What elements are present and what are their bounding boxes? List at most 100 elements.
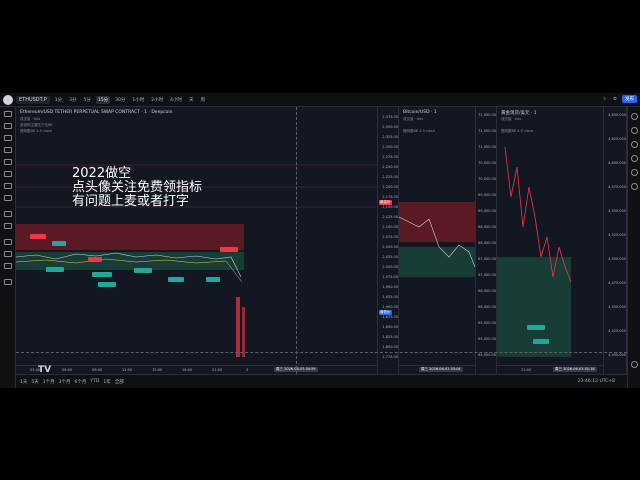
gear-icon[interactable]: ⚙ — [611, 96, 619, 103]
zoom-tool-icon[interactable] — [4, 223, 12, 229]
price-tick: 4,475.000 — [608, 281, 626, 285]
price-tick: 4,625.000 — [608, 137, 626, 141]
price-tick: 68,000.00 — [478, 241, 496, 245]
price-axis[interactable]: 72,000.00 71,500.00 71,000.00 70,500.00 … — [475, 107, 496, 374]
price-tick: 4,575.000 — [608, 185, 626, 189]
range-3m[interactable]: 3个月 — [59, 379, 71, 385]
price-tick: 2,375.00 — [382, 115, 398, 119]
interval-30m[interactable]: 30分 — [113, 96, 127, 104]
crosshair-horizontal — [16, 352, 627, 353]
chat-icon[interactable] — [631, 141, 638, 148]
time-axis[interactable]: 周三 2026-06-03 03:04 — [399, 365, 475, 374]
publish-button[interactable]: 发布 — [622, 95, 637, 103]
price-axis[interactable]: 4,650.000 4,625.000 4,600.000 4,575.000 … — [603, 107, 626, 374]
interval-1w[interactable]: 周 — [198, 96, 207, 104]
price-tick: 4,500.000 — [608, 257, 626, 261]
text-tool-icon[interactable] — [4, 183, 12, 189]
chart-pane-eth[interactable]: Ethereum/USD TETHER PERPETUAL SWAP CONTR… — [16, 107, 399, 374]
price-tick: 66,500.00 — [478, 289, 496, 293]
interval-1h[interactable]: 1小时 — [130, 96, 146, 104]
price-tick: 1,800.00 — [382, 345, 398, 349]
time-tick: 21:00 — [212, 368, 223, 372]
promo-overlay: 2022做空 点头像关注免费领指标 有问题上麦或者打字 — [72, 167, 202, 209]
trash-tool-icon[interactable] — [4, 279, 12, 285]
high-price-tag: 最高价 — [379, 200, 392, 205]
range-ytd[interactable]: YTD — [90, 379, 99, 384]
search-icon[interactable]: ⌕ — [601, 95, 608, 103]
price-tick: 2,025.00 — [382, 255, 398, 259]
eye-tool-icon[interactable] — [4, 263, 12, 269]
price-tick: 67,500.00 — [478, 257, 496, 261]
ruler-tool-icon[interactable] — [4, 211, 12, 217]
time-tick: 22:00 — [521, 368, 532, 372]
interval-1d[interactable]: 天 — [187, 96, 196, 104]
profile-avatar[interactable] — [3, 94, 13, 105]
clock-display[interactable]: 23:46:12 UTC+8 — [578, 379, 615, 384]
crosshair-tool-icon[interactable] — [4, 111, 12, 117]
price-tick: 66,000.00 — [478, 305, 496, 309]
chart-pane-gold[interactable]: 黄金现货/美元 · 1 成交量 · tlds 猎网股BK 4.5 close 4… — [497, 107, 627, 374]
trendline-tool-icon[interactable] — [4, 123, 12, 129]
range-1m[interactable]: 1个月 — [43, 379, 55, 385]
trading-app: ETHUSDT.P 1分 3分 5分 15分 30分 1小时 2小时 4小时 天… — [0, 93, 640, 388]
pattern-tool-icon[interactable] — [4, 147, 12, 153]
fib-tool-icon[interactable] — [4, 135, 12, 141]
price-tick: 71,000.00 — [478, 145, 496, 149]
notification-icon[interactable] — [631, 183, 638, 190]
range-6m[interactable]: 6个月 — [75, 379, 87, 385]
prediction-tool-icon[interactable] — [4, 159, 12, 165]
top-toolbar: ETHUSDT.P 1分 3分 5分 15分 30分 1小时 2小时 4小时 天… — [0, 93, 640, 107]
price-tick: 1,900.00 — [382, 305, 398, 309]
price-tick: 1,850.00 — [382, 325, 398, 329]
emoji-tool-icon[interactable] — [4, 195, 12, 201]
watchlist-icon[interactable] — [631, 113, 638, 120]
alert-icon[interactable] — [631, 127, 638, 134]
price-tick: 2,325.00 — [382, 135, 398, 139]
time-axis[interactable]: 22:00 周三 2026-06-03 01:18 — [497, 365, 603, 374]
interval-3m[interactable]: 3分 — [67, 96, 78, 104]
chart-pane-btc[interactable]: Bitcoin/USD · 1 成交量 · tlds 猎网股BK 4.5 clo… — [399, 107, 497, 374]
price-tick: 4,525.000 — [608, 233, 626, 237]
lock-tool-icon[interactable] — [4, 251, 12, 257]
time-axis[interactable]: 03:00 06:00 09:00 12:00 15:00 18:00 21:0… — [16, 365, 377, 374]
price-tick: 2,225.00 — [382, 175, 398, 179]
time-tick: 3 — [246, 368, 249, 372]
price-tick: 2,175.00 — [382, 195, 398, 199]
price-tick: 2,275.00 — [382, 155, 398, 159]
range-1d[interactable]: 1天 — [20, 379, 27, 385]
news-icon[interactable] — [631, 155, 638, 162]
price-tick: 2,150.00 — [382, 205, 398, 209]
price-tick: 2,350.00 — [382, 125, 398, 129]
price-tick: 4,650.000 — [608, 113, 626, 117]
range-5d[interactable]: 5天 — [31, 379, 38, 385]
interval-5m[interactable]: 5分 — [81, 96, 92, 104]
interval-4h[interactable]: 4小时 — [168, 96, 184, 104]
right-sidebar — [627, 107, 640, 388]
overlay-line: 有问题上麦或者打字 — [72, 194, 190, 209]
calendar-icon[interactable] — [631, 169, 638, 176]
range-1y[interactable]: 1年 — [103, 379, 110, 385]
interval-2h[interactable]: 2小时 — [149, 96, 165, 104]
interval-1m[interactable]: 1分 — [53, 96, 64, 104]
crosshair-vertical — [296, 107, 297, 374]
range-all[interactable]: 全部 — [115, 379, 124, 385]
price-tick: 2,125.00 — [382, 215, 398, 219]
price-tick: 2,000.00 — [382, 265, 398, 269]
price-tick: 4,450.000 — [608, 305, 626, 309]
price-tick: 65,000.00 — [478, 337, 496, 341]
price-tick: 67,000.00 — [478, 273, 496, 277]
crosshair-date-tag: 周三 2026-06-03 01:18 — [553, 367, 597, 372]
overlay-line: 点头像关注免费领指标 — [72, 180, 203, 195]
price-tick: 72,000.00 — [478, 113, 496, 117]
price-tick: 69,500.00 — [478, 193, 496, 197]
price-tick: 1,925.00 — [382, 295, 398, 299]
interval-15m[interactable]: 15分 — [95, 95, 111, 104]
time-tick: 06:00 — [62, 368, 73, 372]
brush-tool-icon[interactable] — [4, 171, 12, 177]
price-axis[interactable]: 2,375.00 2,350.00 2,325.00 2,300.00 2,27… — [377, 107, 398, 374]
price-tick: 65,500.00 — [478, 321, 496, 325]
help-icon[interactable] — [631, 361, 638, 368]
symbol-search-button[interactable]: ETHUSDT.P — [16, 95, 50, 104]
magnet-tool-icon[interactable] — [4, 239, 12, 245]
price-tick: 2,200.00 — [382, 185, 398, 189]
